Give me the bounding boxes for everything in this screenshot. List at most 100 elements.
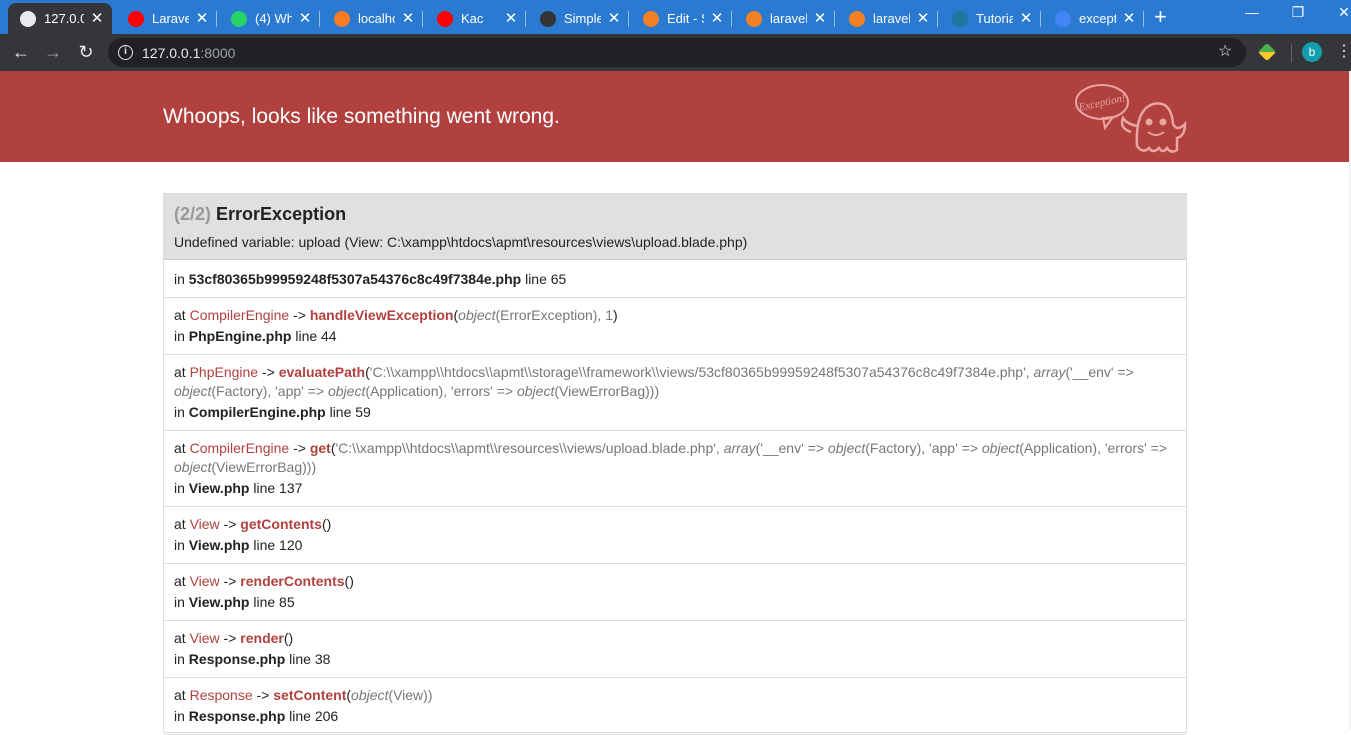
frame-function: handleViewException xyxy=(309,307,454,323)
frame-call: at View -> getContents() xyxy=(174,515,1176,534)
frame-argument: (ViewErrorBag))) xyxy=(554,383,660,399)
browser-tab[interactable]: Tutoria ✕ xyxy=(940,3,1041,34)
at-word: at xyxy=(174,573,190,589)
in-word: in xyxy=(174,404,189,420)
new-tab-button[interactable]: + xyxy=(1154,6,1167,28)
trace-frame: in 53cf80365b99959248f5307a54376c8c49f73… xyxy=(164,260,1186,298)
in-word: in xyxy=(174,480,189,496)
tab-separator xyxy=(319,11,320,27)
stackoverflow-icon xyxy=(746,10,762,27)
reload-icon[interactable]: ↻ xyxy=(75,42,97,62)
browser-tab[interactable]: (4) Wha ✕ xyxy=(219,3,320,34)
in-word: in xyxy=(174,328,189,344)
tab-close-icon[interactable]: ✕ xyxy=(1019,11,1033,26)
profile-avatar[interactable]: b xyxy=(1302,42,1322,62)
trace-frame: at PhpEngine -> evaluatePath('C:\\xampp\… xyxy=(164,355,1186,431)
frame-file: View.php xyxy=(188,594,250,610)
browser-tab[interactable]: laravel ✕ xyxy=(734,3,835,34)
exception-panel: (2/2) ErrorException Undefined variable:… xyxy=(163,193,1187,735)
frame-function: renderContents xyxy=(240,573,345,589)
forward-icon[interactable]: → xyxy=(42,42,64,62)
browser-tab[interactable]: laravel ✕ xyxy=(837,3,938,34)
tab-close-icon[interactable]: ✕ xyxy=(813,11,827,26)
frame-function: get xyxy=(309,440,331,456)
frame-class: View xyxy=(189,516,220,532)
url-text[interactable]: 127.0.0.1:8000 xyxy=(142,45,235,61)
globe-icon xyxy=(20,10,36,27)
tab-close-icon[interactable]: ✕ xyxy=(607,11,621,26)
ghost-logo-icon: Exception! xyxy=(1075,84,1187,153)
more-menu-icon[interactable]: ⋮ xyxy=(1336,42,1351,62)
frame-call: at Response -> setContent(object(View)) xyxy=(174,686,1176,705)
arg-type: object xyxy=(516,383,555,399)
in-word: in xyxy=(174,651,189,667)
tab-close-icon[interactable]: ✕ xyxy=(916,11,930,26)
frame-call: at View -> render() xyxy=(174,629,1176,648)
tab-separator xyxy=(834,11,835,27)
minimize-icon[interactable]: — xyxy=(1229,4,1275,20)
tab-close-icon[interactable]: ✕ xyxy=(195,11,209,26)
trace-frame: at CompilerEngine -> get('C:\\xampp\\htd… xyxy=(164,431,1186,507)
frame-argument: ('__env' => xyxy=(755,440,828,456)
frame-line: line 44 xyxy=(291,328,337,344)
arg-type: object xyxy=(458,307,496,323)
frame-argument: (View)) xyxy=(388,687,433,703)
tab-title: localho xyxy=(358,11,395,26)
browser-tab[interactable]: Simple ✕ xyxy=(528,3,629,34)
frame-file: View.php xyxy=(188,480,250,496)
tab-title: (4) Wha xyxy=(255,11,292,26)
tab-separator xyxy=(525,11,526,27)
tab-close-icon[interactable]: ✕ xyxy=(504,11,518,26)
bookmark-star-icon[interactable]: ☆ xyxy=(1218,41,1232,61)
toolbar-divider xyxy=(1291,44,1292,62)
restore-icon[interactable]: ❐ xyxy=(1275,4,1321,21)
frame-file: PhpEngine.php xyxy=(188,328,292,344)
at-word: at xyxy=(174,687,190,703)
arrow-operator: -> xyxy=(219,573,241,589)
frame-file: Response.php xyxy=(188,651,286,667)
browser-tab[interactable]: Kac ✕ xyxy=(425,3,526,34)
arg-type: object xyxy=(327,383,366,399)
exception-name: ErrorException xyxy=(216,204,347,224)
frame-location: in View.php line 85 xyxy=(174,593,1176,612)
tab-close-icon[interactable]: ✕ xyxy=(710,11,724,26)
close-window-icon[interactable]: ✕ xyxy=(1321,4,1351,21)
paren: () xyxy=(321,516,332,532)
extension-icon[interactable] xyxy=(1257,42,1277,62)
tab-separator xyxy=(628,11,629,27)
stackoverflow-icon xyxy=(849,10,865,27)
browser-tab[interactable]: excepti ✕ xyxy=(1043,3,1144,34)
tab-close-icon[interactable]: ✕ xyxy=(90,11,104,26)
frame-location: in Response.php line 206 xyxy=(174,707,1176,726)
tab-separator xyxy=(731,11,732,27)
tab-close-icon[interactable]: ✕ xyxy=(1122,11,1136,26)
browser-tab[interactable]: localho ✕ xyxy=(322,3,423,34)
arrow-operator: -> xyxy=(289,307,310,323)
frame-line: line 206 xyxy=(285,708,339,724)
arg-type: object xyxy=(174,459,212,475)
frame-class: View xyxy=(189,573,220,589)
arrow-operator: -> xyxy=(219,516,241,532)
tab-close-icon[interactable]: ✕ xyxy=(298,11,312,26)
arg-type: object xyxy=(981,440,1020,456)
xampp-icon xyxy=(334,10,350,27)
back-icon[interactable]: ← xyxy=(10,42,32,62)
trace-frame: at View -> getContents() in View.php line… xyxy=(164,507,1186,564)
trace-frame: at View -> render() in Response.php line … xyxy=(164,621,1186,678)
browser-tab[interactable]: Edit - S ✕ xyxy=(631,3,732,34)
exception-title: (2/2) ErrorException xyxy=(174,204,1176,225)
frame-argument: 1 xyxy=(605,307,614,323)
browser-toolbar: ← → ↻ i 127.0.0.1:8000 ☆ b ⋮ xyxy=(0,34,1351,71)
tab-separator xyxy=(216,11,217,27)
frame-class: Response xyxy=(189,687,253,703)
exception-header: (2/2) ErrorException Undefined variable:… xyxy=(164,194,1186,260)
address-bar[interactable]: i 127.0.0.1:8000 xyxy=(108,38,1246,67)
tab-close-icon[interactable]: ✕ xyxy=(401,11,415,26)
frame-line: line 120 xyxy=(249,537,303,553)
browser-tab[interactable]: Laravel ✕ xyxy=(116,3,217,34)
browser-tab[interactable]: 127.0.0 ✕ xyxy=(8,3,112,34)
youtube-icon xyxy=(437,10,453,27)
frame-class: CompilerEngine xyxy=(189,440,290,456)
frame-call: at PhpEngine -> evaluatePath('C:\\xampp\… xyxy=(174,363,1176,401)
info-icon[interactable]: i xyxy=(118,45,133,60)
